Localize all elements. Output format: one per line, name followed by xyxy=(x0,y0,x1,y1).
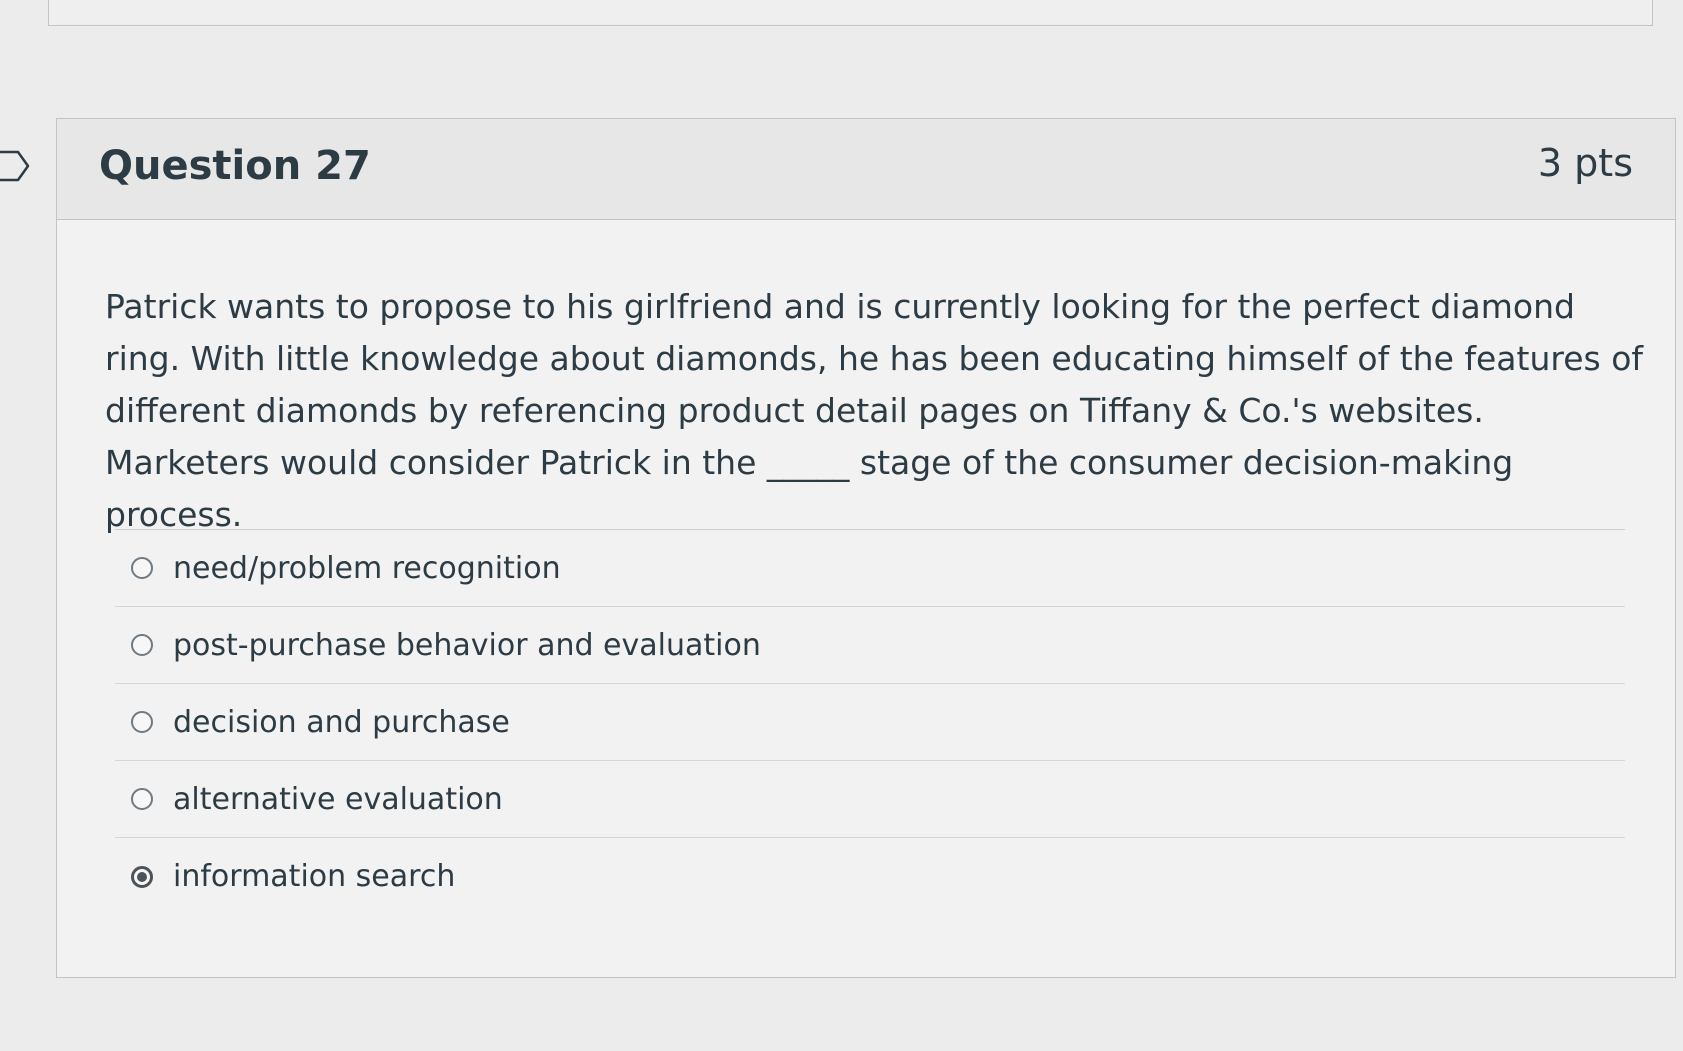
answer-label[interactable]: alternative evaluation xyxy=(173,782,503,817)
radio-empty-icon[interactable] xyxy=(131,557,153,579)
answer-option[interactable]: post-purchase behavior and evaluation xyxy=(115,607,1625,684)
question-points: 3 pts xyxy=(1537,141,1633,185)
answer-option[interactable]: decision and purchase xyxy=(115,684,1625,761)
radio-empty-icon[interactable] xyxy=(131,711,153,733)
question-header: Question 27 3 pts xyxy=(57,119,1675,220)
answer-option[interactable]: need/problem recognition xyxy=(115,530,1625,607)
question-text: Patrick wants to propose to his girlfrie… xyxy=(105,287,1643,534)
radio-selected-icon[interactable] xyxy=(131,865,153,888)
radio-empty-icon[interactable] xyxy=(131,634,153,656)
answer-label[interactable]: information search xyxy=(173,859,455,894)
question-title: Question 27 xyxy=(99,143,371,189)
flag-question-icon[interactable] xyxy=(0,150,34,182)
radio-empty-icon[interactable] xyxy=(131,788,153,810)
question-card: Question 27 3 pts Patrick wants to propo… xyxy=(56,118,1676,978)
answer-option-selected[interactable]: information search xyxy=(115,838,1625,915)
answer-label[interactable]: decision and purchase xyxy=(173,705,510,740)
answer-label[interactable]: post-purchase behavior and evaluation xyxy=(173,628,761,663)
answer-option[interactable]: alternative evaluation xyxy=(115,761,1625,838)
answer-list: need/problem recognition post-purchase b… xyxy=(115,529,1625,915)
answer-label[interactable]: need/problem recognition xyxy=(173,551,561,586)
previous-question-card-edge xyxy=(48,0,1653,26)
